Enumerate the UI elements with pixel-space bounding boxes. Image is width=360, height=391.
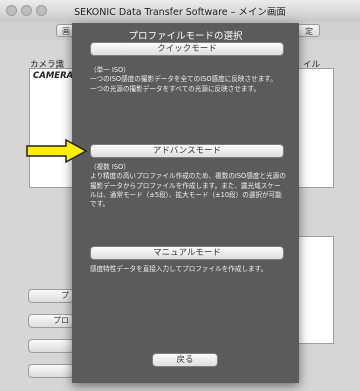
quick-mode-description: （単一 ISO） 一つのISO感度の撮影データを全てのISO感度に反映させます。… <box>90 66 277 93</box>
left-button-4[interactable] <box>28 364 74 378</box>
title-bar: SEKONIC Data Transfer Software – メイン画面 <box>0 0 360 23</box>
quick-mode-button[interactable]: クイックモード <box>90 42 284 56</box>
lower-right-panel <box>298 236 334 344</box>
tab-settings-stub[interactable]: 定 <box>298 24 320 37</box>
camera-list-item[interactable]: CAMERA <box>33 71 73 81</box>
profile-mode-dialog: プロファイルモードの選択 クイックモード （単一 ISO） 一つのISO感度の撮… <box>72 23 299 383</box>
advanced-mode-description: （複数 ISO） より精度の高いプロファイル作成のため、複数のISO感度と光源の… <box>90 163 286 209</box>
dialog-title: プロファイルモードの選択 <box>128 31 243 42</box>
left-button-1[interactable]: プ <box>28 289 74 303</box>
left-button-2[interactable]: プロ <box>28 314 74 328</box>
back-button[interactable]: 戻る <box>152 353 218 367</box>
manual-mode-description: 感度特性データを直接入力してプロファイルを作成します。 <box>90 265 268 273</box>
window-title: SEKONIC Data Transfer Software – メイン画面 <box>74 7 286 18</box>
advanced-mode-button[interactable]: アドバンスモード <box>90 144 284 158</box>
profile-list[interactable] <box>298 68 334 188</box>
camera-list[interactable]: CAMERA <box>29 68 75 188</box>
right-arrow-icon <box>26 138 88 164</box>
left-button-3[interactable] <box>28 339 74 353</box>
manual-mode-button[interactable]: マニュアルモード <box>90 246 284 260</box>
